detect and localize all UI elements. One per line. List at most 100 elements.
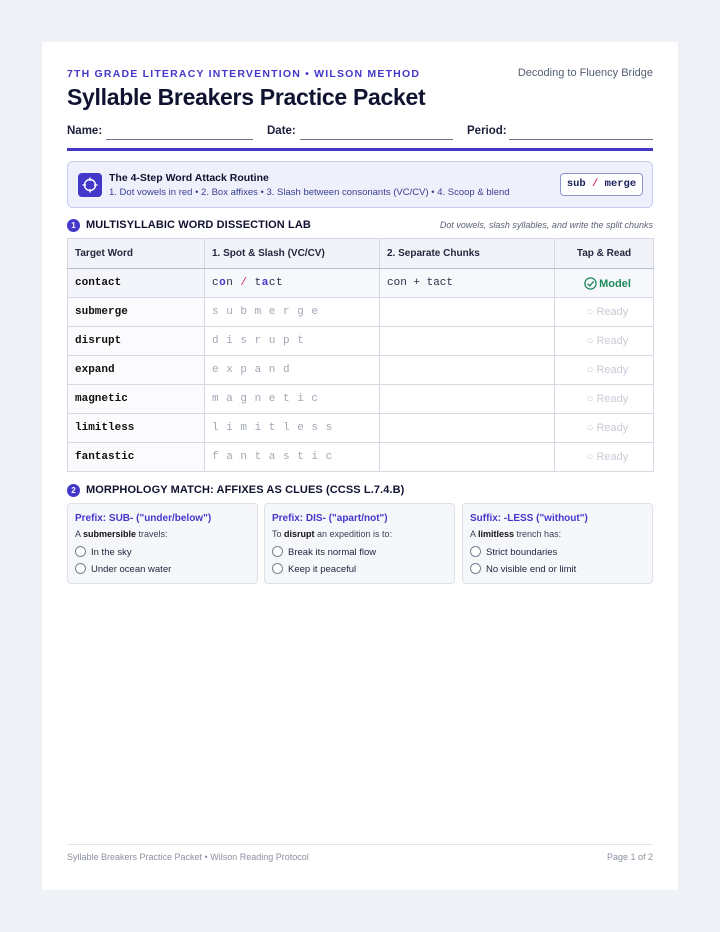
ready-label: ○ Ready: [586, 335, 629, 347]
target-icon: [78, 173, 102, 197]
worksheet-page: 7TH GRADE LITERACY INTERVENTION • WILSON…: [42, 42, 678, 890]
target-word: expand: [67, 355, 205, 385]
radio-button[interactable]: [470, 563, 481, 574]
card-title: Prefix: SUB- ("under/below"): [75, 513, 212, 524]
answer-option[interactable]: In the sky: [75, 546, 132, 558]
radio-button[interactable]: [75, 563, 86, 574]
ready-label: ○ Ready: [586, 422, 629, 434]
affix-card-less: Suffix: -LESS ("without") A limitless tr…: [462, 503, 653, 584]
spot-slash-cell[interactable]: l i m i t l e s s: [204, 413, 380, 443]
tap-read-cell[interactable]: ○ Ready: [554, 384, 654, 414]
option-label: Break its normal flow: [288, 547, 377, 558]
section-number-badge: 2: [67, 484, 80, 497]
dotted-vowel: a: [261, 277, 269, 289]
date-field[interactable]: [300, 139, 453, 140]
radio-button[interactable]: [75, 546, 86, 557]
period-field[interactable]: [509, 139, 653, 140]
section-2-header: 2 MORPHOLOGY MATCH: AFFIXES AS CLUES (CC…: [67, 484, 653, 498]
header-top: 7TH GRADE LITERACY INTERVENTION • WILSON…: [67, 67, 653, 82]
answer-option[interactable]: Under ocean water: [75, 563, 171, 575]
option-label: Strict boundaries: [486, 547, 558, 558]
target-word: magnetic: [67, 384, 205, 414]
chip-left: sub: [566, 178, 586, 190]
table-row: disrupt d i s r u p t ○ Ready: [67, 326, 654, 356]
option-label: In the sky: [91, 547, 132, 558]
card-prompt: A submersible travels:: [75, 529, 168, 539]
affix-card-sub: Prefix: SUB- ("under/below") A submersib…: [67, 503, 258, 584]
section-title: MORPHOLOGY MATCH: AFFIXES AS CLUES (CCSS…: [86, 484, 405, 496]
chunks-cell: con + tact: [379, 268, 555, 298]
chunks-cell[interactable]: [379, 442, 555, 472]
radio-button[interactable]: [272, 546, 283, 557]
column-header: Tap & Read: [554, 238, 654, 269]
option-label: Keep it peaceful: [288, 564, 357, 575]
routine-title: The 4-Step Word Attack Routine: [109, 172, 269, 184]
radio-button[interactable]: [272, 563, 283, 574]
ready-label: ○ Ready: [586, 451, 629, 463]
target-word: disrupt: [67, 326, 205, 356]
date-label: Date:: [267, 125, 296, 137]
chunks-cell[interactable]: [379, 297, 555, 327]
tap-read-cell[interactable]: ○ Ready: [554, 413, 654, 443]
section-note: Dot vowels, slash syllables, and write t…: [439, 220, 653, 230]
card-title: Suffix: -LESS ("without"): [470, 513, 588, 524]
table-row: fantastic f a n t a s t i c ○ Ready: [67, 442, 654, 472]
table-row: limitless l i m i t l e s s ○ Ready: [67, 413, 654, 443]
answer-option[interactable]: Strict boundaries: [470, 546, 557, 558]
radio-button[interactable]: [470, 546, 481, 557]
table-row: expand e x p a n d ○ Ready: [67, 355, 654, 385]
option-label: No visible end or limit: [486, 564, 577, 575]
chip-slash: /: [592, 178, 599, 190]
chunks-cell[interactable]: [379, 326, 555, 356]
name-field[interactable]: [106, 139, 253, 140]
spot-slash-cell: con / tact: [204, 268, 380, 298]
model-row: contact con / tact con + tact Model: [67, 268, 654, 298]
table-row: submerge s u b m e r g e ○ Ready: [67, 297, 654, 327]
dissection-table: Target Word 1. Spot & Slash (VC/CV) 2. S…: [67, 238, 654, 472]
check-circle-icon: [584, 276, 597, 290]
answer-option[interactable]: No visible end or limit: [470, 563, 576, 575]
page-number: Page 1 of 2: [606, 852, 653, 862]
tap-read-cell[interactable]: ○ Ready: [554, 442, 654, 472]
option-label: Under ocean water: [91, 564, 172, 575]
letter: t: [247, 277, 262, 289]
word-attack-routine: The 4-Step Word Attack Routine 1. Dot vo…: [67, 161, 653, 208]
target-word: fantastic: [67, 442, 205, 472]
name-label: Name:: [67, 125, 103, 137]
footer-divider: [67, 844, 653, 845]
spot-slash-cell[interactable]: s u b m e r g e: [204, 297, 380, 327]
period-label: Period:: [467, 125, 507, 137]
spot-slash-cell[interactable]: m a g n e t i c: [204, 384, 380, 414]
chunks-cell[interactable]: [379, 355, 555, 385]
column-header: 2. Separate Chunks: [379, 238, 555, 269]
spot-slash-cell[interactable]: e x p a n d: [204, 355, 380, 385]
chip-right: merge: [604, 178, 637, 190]
section-title: MULTISYLLABIC WORD DISSECTION LAB: [86, 219, 311, 231]
card-title: Prefix: DIS- ("apart/not"): [272, 513, 388, 524]
letter: n: [226, 277, 241, 289]
column-header: Target Word: [67, 238, 205, 269]
model-label: Model: [599, 277, 631, 290]
answer-option[interactable]: Break its normal flow: [272, 546, 376, 558]
spot-slash-cell[interactable]: d i s r u p t: [204, 326, 380, 356]
routine-steps: 1. Dot vowels in red • 2. Box affixes • …: [109, 187, 510, 198]
card-prompt: A limitless trench has:: [470, 529, 562, 539]
answer-option[interactable]: Keep it peaceful: [272, 563, 356, 575]
tap-read-cell[interactable]: ○ Ready: [554, 326, 654, 356]
syllable-slash: /: [240, 277, 248, 289]
ready-label: ○ Ready: [586, 393, 629, 405]
tap-read-cell[interactable]: ○ Ready: [554, 297, 654, 327]
ready-label: ○ Ready: [586, 364, 629, 376]
page-title: Syllable Breakers Practice Packet: [67, 84, 426, 110]
chunks-cell[interactable]: [379, 384, 555, 414]
table-row: magnetic m a g n e t i c ○ Ready: [67, 384, 654, 414]
tap-read-cell: Model: [554, 268, 654, 298]
column-header: 1. Spot & Slash (VC/CV): [204, 238, 380, 269]
spot-slash-cell[interactable]: f a n t a s t i c: [204, 442, 380, 472]
footer-left: Syllable Breakers Practice Packet • Wils…: [67, 852, 309, 862]
tap-read-cell[interactable]: ○ Ready: [554, 355, 654, 385]
chunks-cell[interactable]: [379, 413, 555, 443]
merge-example-chip: sub / merge: [560, 173, 643, 196]
section-1-header: 1 MULTISYLLABIC WORD DISSECTION LAB Dot …: [67, 219, 653, 233]
ready-label: ○ Ready: [586, 306, 629, 318]
